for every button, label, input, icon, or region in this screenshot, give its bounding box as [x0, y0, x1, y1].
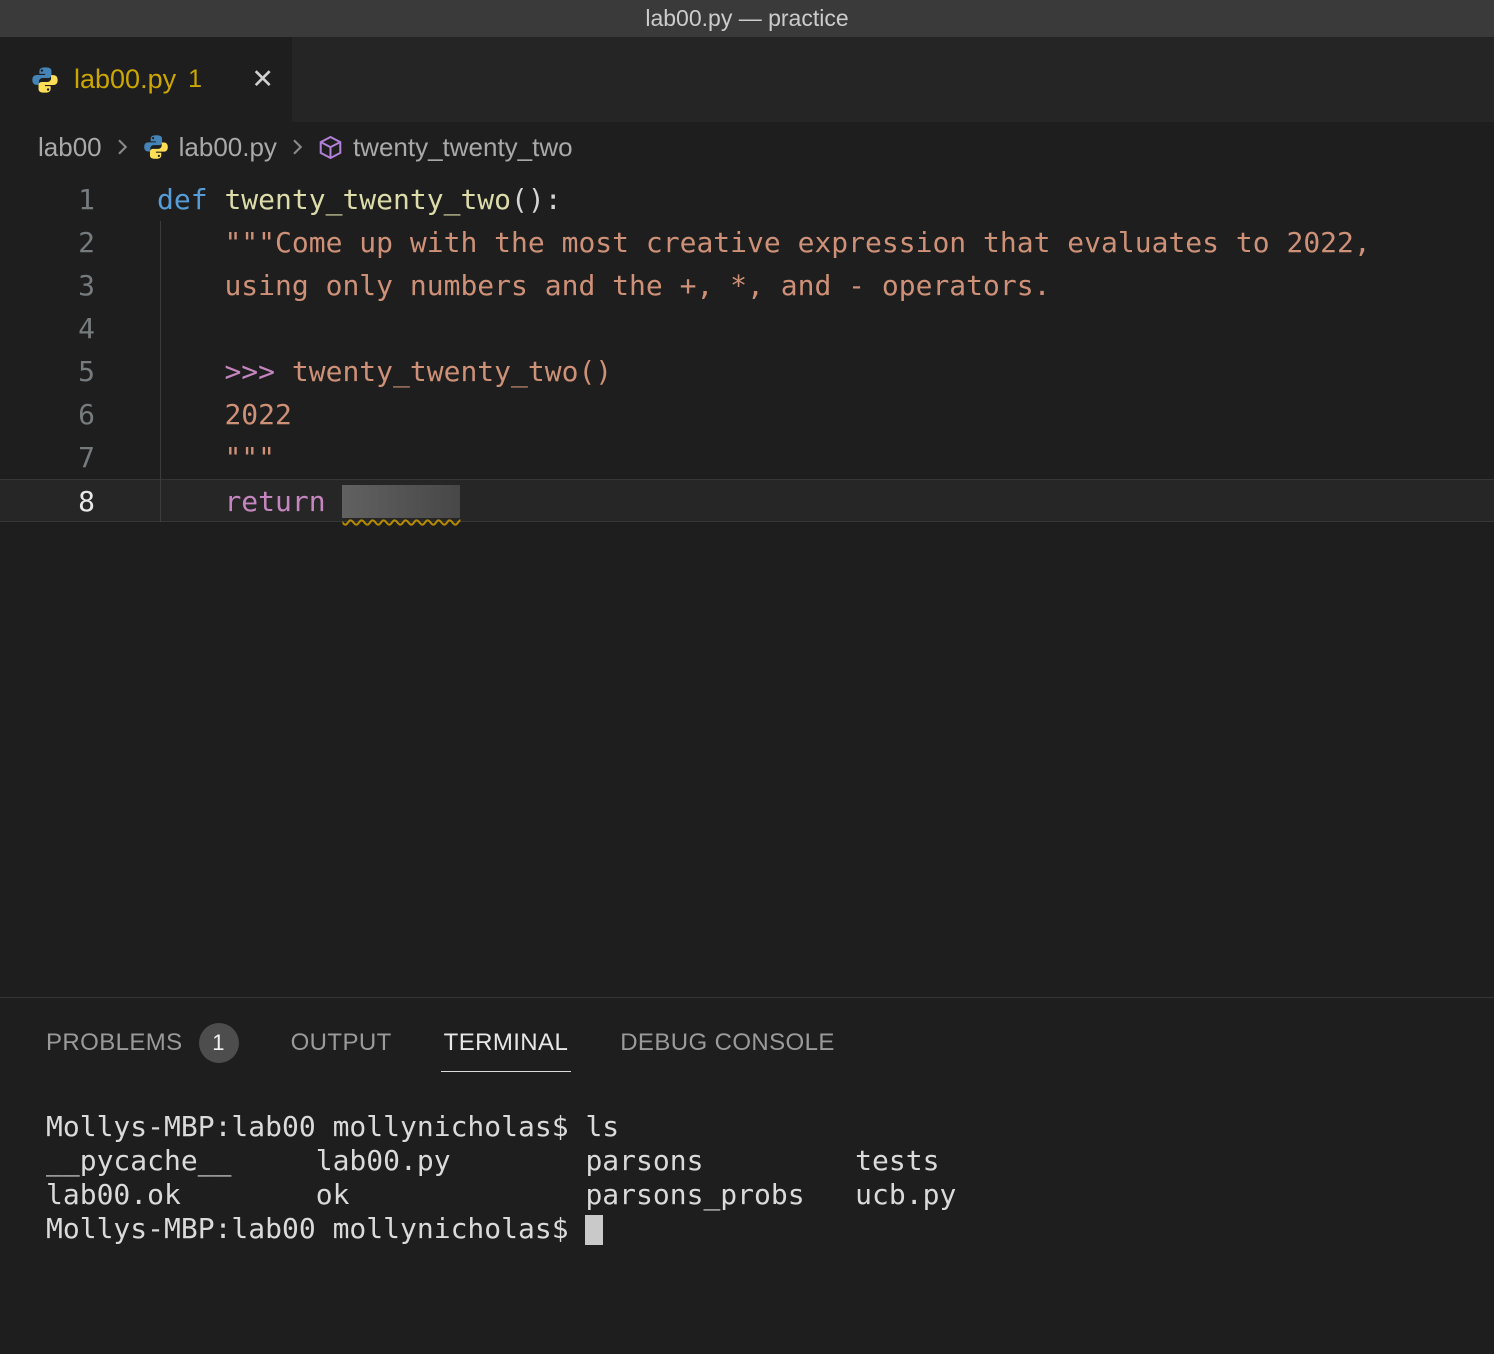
- code-token: twenty_twenty_two(): [292, 355, 612, 388]
- code-line[interactable]: 2 """Come up with the most creative expr…: [0, 221, 1494, 264]
- code-line[interactable]: 6 2022: [0, 393, 1494, 436]
- titlebar: lab00.py — practice: [0, 0, 1494, 37]
- code-line-content: """: [110, 436, 275, 479]
- line-number[interactable]: 7: [0, 436, 110, 479]
- breadcrumb-item-lab00.py[interactable]: lab00.py: [142, 132, 277, 163]
- code-line-content: [110, 307, 157, 350]
- code-editor[interactable]: 1def twenty_twenty_two():2 """Come up wi…: [0, 172, 1494, 997]
- code-token: """Come up with the most creative expres…: [224, 226, 1370, 259]
- breadcrumb-item-twenty_twenty_two[interactable]: twenty_twenty_two: [317, 132, 573, 163]
- line-number[interactable]: 2: [0, 221, 110, 264]
- terminal-cursor: [585, 1215, 603, 1245]
- line-number[interactable]: 1: [0, 178, 110, 221]
- code-token: 2022: [224, 398, 291, 431]
- code-line-content: """Come up with the most creative expres…: [110, 221, 1371, 264]
- indent-guide: [160, 221, 161, 522]
- close-icon[interactable]: ✕: [251, 64, 274, 95]
- editor-tab-lab00[interactable]: lab00.py 1 ✕: [0, 37, 292, 122]
- code-token: ():: [511, 183, 562, 216]
- code-line[interactable]: 8 return: [0, 479, 1494, 522]
- panel-tab-label: OUTPUT: [291, 1029, 392, 1057]
- code-line-content: using only numbers and the +, *, and - o…: [110, 264, 1050, 307]
- problems-count-badge: 1: [199, 1023, 239, 1063]
- code-token: [157, 355, 224, 388]
- symbol-method-icon: [317, 134, 344, 161]
- panel-tab-bar: PROBLEMS 1 OUTPUT TERMINAL DEBUG CONSOLE: [0, 998, 1494, 1088]
- chevron-right-icon: [110, 135, 134, 159]
- terminal-line: Mollys-MBP:lab00 mollynicholas$ ls: [46, 1110, 1494, 1144]
- code-token: [208, 183, 225, 216]
- code-token: [275, 355, 292, 388]
- terminal-line: Mollys-MBP:lab00 mollynicholas$: [46, 1212, 1494, 1246]
- code-line-content: def twenty_twenty_two():: [110, 178, 562, 221]
- code-token: def: [157, 183, 208, 216]
- code-token: [157, 269, 224, 302]
- code-token: >>>: [224, 355, 275, 388]
- python-icon: [142, 133, 170, 161]
- line-number[interactable]: 8: [0, 480, 110, 521]
- code-token: [157, 226, 224, 259]
- code-token: """: [224, 441, 275, 474]
- terminal-output[interactable]: Mollys-MBP:lab00 mollynicholas$ ls__pyca…: [0, 1088, 1494, 1246]
- breadcrumb-item-lab00[interactable]: lab00: [38, 132, 102, 163]
- code-token: twenty_twenty_two: [224, 183, 511, 216]
- code-token: [157, 441, 224, 474]
- code-line-content: 2022: [110, 393, 292, 436]
- breadcrumb-item-label: lab00.py: [179, 132, 277, 163]
- line-number[interactable]: 5: [0, 350, 110, 393]
- breadcrumb-item-label: lab00: [38, 132, 102, 163]
- line-number[interactable]: 4: [0, 307, 110, 350]
- warning-selection-highlight: [342, 485, 460, 518]
- code-token: [157, 398, 224, 431]
- line-number[interactable]: 6: [0, 393, 110, 436]
- bottom-panel: PROBLEMS 1 OUTPUT TERMINAL DEBUG CONSOLE Mol…: [0, 997, 1494, 1354]
- window-title: lab00.py — practice: [645, 5, 848, 32]
- code-line[interactable]: 3 using only numbers and the +, *, and -…: [0, 264, 1494, 307]
- chevron-right-icon: [285, 135, 309, 159]
- tab-problem-count: 1: [188, 65, 202, 94]
- code-line[interactable]: 1def twenty_twenty_two():: [0, 178, 1494, 221]
- code-token: [326, 485, 343, 518]
- terminal-line: lab00.ok ok parsons_probs ucb.py: [46, 1178, 1494, 1212]
- line-number[interactable]: 3: [0, 264, 110, 307]
- code-line[interactable]: 4: [0, 307, 1494, 350]
- code-line[interactable]: 7 """: [0, 436, 1494, 479]
- code-line-content: return: [110, 480, 460, 521]
- terminal-line: __pycache__ lab00.py parsons tests: [46, 1144, 1494, 1178]
- panel-tab-debug-console[interactable]: DEBUG CONSOLE: [620, 998, 835, 1088]
- code-token: using only numbers and the +, *, and - o…: [224, 269, 1050, 302]
- panel-tab-problems[interactable]: PROBLEMS 1: [46, 998, 239, 1088]
- code-line-content: >>> twenty_twenty_two(): [110, 350, 612, 393]
- panel-tab-output[interactable]: OUTPUT: [291, 998, 392, 1088]
- panel-tab-terminal[interactable]: TERMINAL: [444, 998, 569, 1088]
- breadcrumb-item-label: twenty_twenty_two: [353, 132, 573, 163]
- code-line[interactable]: 5 >>> twenty_twenty_two(): [0, 350, 1494, 393]
- panel-tab-label: PROBLEMS: [46, 1029, 183, 1057]
- chevron-right-icon: [285, 135, 309, 159]
- breadcrumb: lab00 lab00.py twenty_twenty_two: [0, 122, 1494, 172]
- tab-bar: lab00.py 1 ✕: [0, 37, 1494, 122]
- panel-tab-label: DEBUG CONSOLE: [620, 1029, 835, 1057]
- vscode-window: lab00.py — practice lab00.py 1 ✕ lab00 l…: [0, 0, 1494, 1354]
- code-token: return: [224, 485, 325, 518]
- python-icon: [30, 65, 60, 95]
- chevron-right-icon: [110, 135, 134, 159]
- code-token: [157, 485, 224, 518]
- panel-tab-label: TERMINAL: [444, 1029, 569, 1057]
- tab-label: lab00.py: [74, 64, 176, 95]
